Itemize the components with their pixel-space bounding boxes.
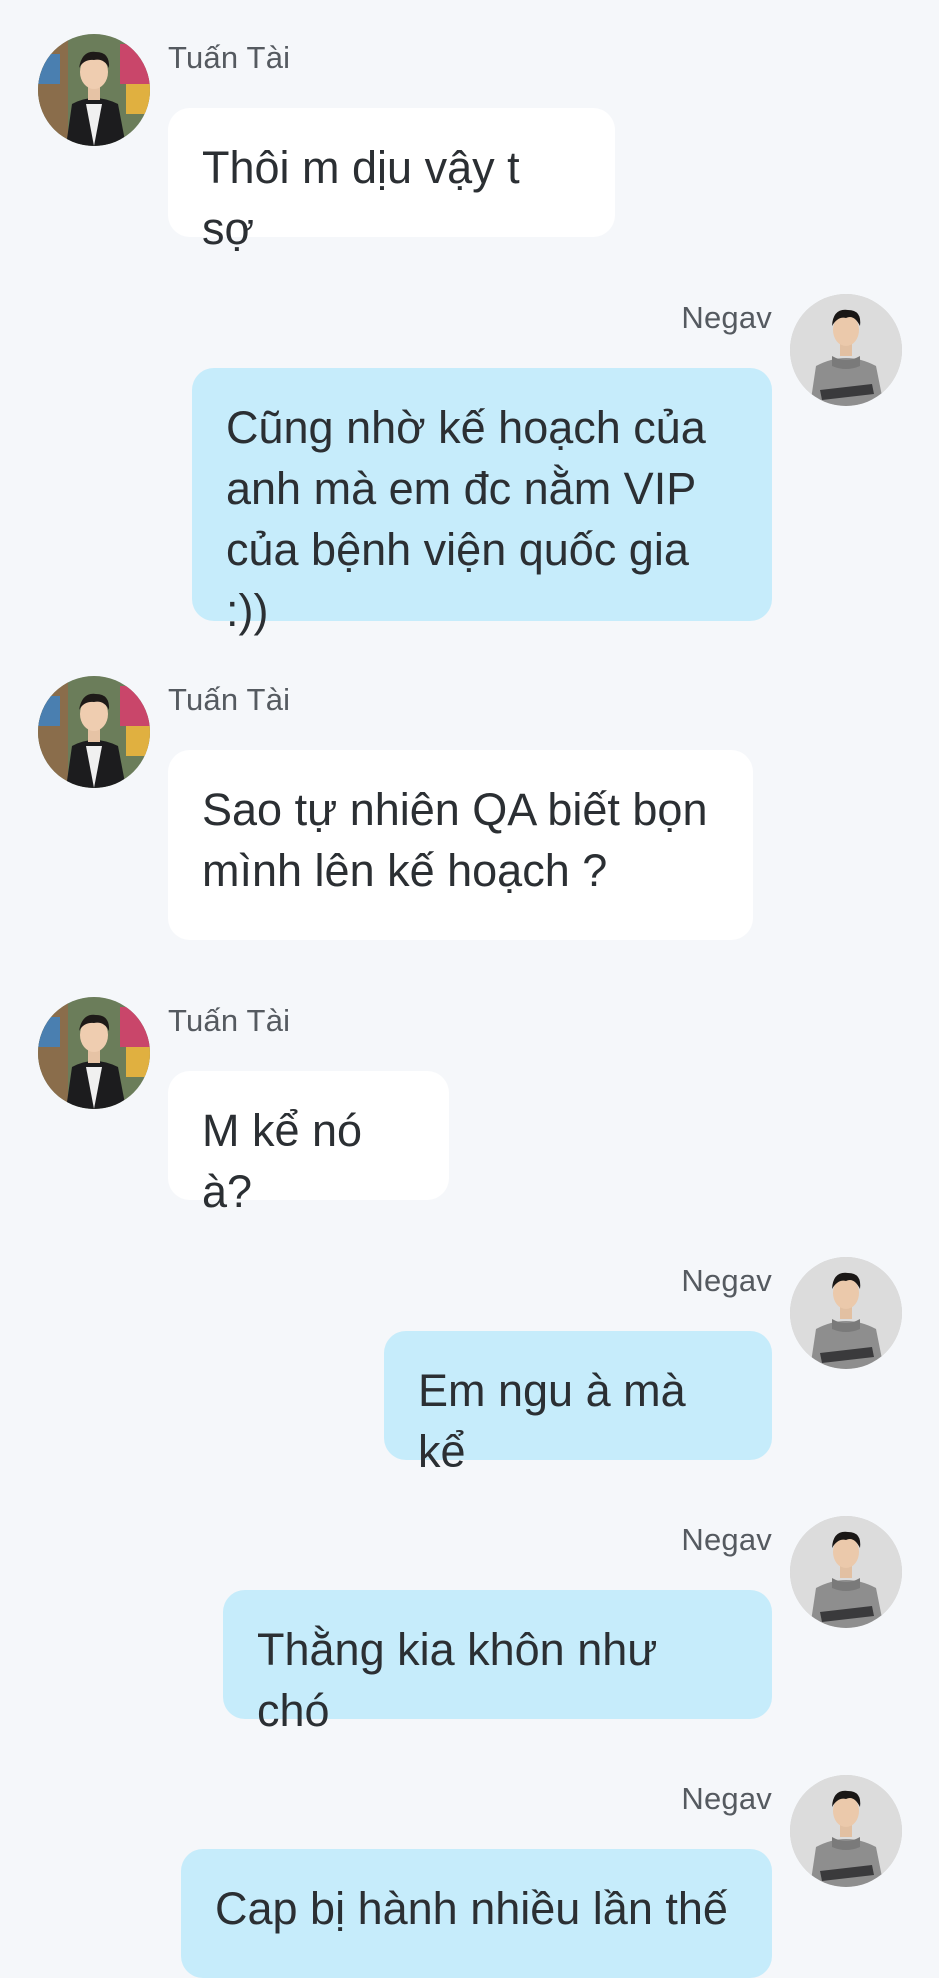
message-bubble[interactable]: Thôi m dịu vậy t sợ — [168, 108, 615, 254]
sender-name: Negav — [681, 1263, 772, 1298]
sender-name: Tuấn Tài — [168, 40, 291, 75]
sender-name: Tuấn Tài — [168, 1003, 291, 1038]
avatar-negav-image — [790, 1257, 902, 1369]
avatar-negav-image — [790, 1516, 902, 1628]
sender-name: Negav — [681, 1781, 772, 1816]
sender-name: Negav — [681, 1522, 772, 1557]
avatar-negav-image — [790, 294, 902, 406]
message-bubble[interactable]: Cũng nhờ kế hoạch của anh mà em đc nằm V… — [192, 368, 772, 636]
sender-name: Tuấn Tài — [168, 682, 291, 717]
avatar-tuan-tai-icon[interactable] — [38, 676, 150, 788]
avatar-tuan-tai-image — [38, 997, 150, 1109]
avatar-tuan-tai-image — [38, 34, 150, 146]
message-bubble[interactable]: M kể nó à? — [168, 1071, 449, 1217]
message-bubble[interactable]: Cap bị hành nhiều lần thế — [181, 1849, 772, 1978]
chat-thread: Tuấn Tài Thôi m dịu vậy t sợ Negav Cũng … — [0, 0, 939, 1978]
avatar-tuan-tai-icon[interactable] — [38, 34, 150, 146]
avatar-negav-icon[interactable] — [790, 1257, 902, 1369]
avatar-tuan-tai-icon[interactable] — [38, 997, 150, 1109]
message-bubble[interactable]: Sao tự nhiên QA biết bọn mình lên kế hoạ… — [168, 750, 753, 940]
message-bubble[interactable]: Em ngu à mà kể — [384, 1331, 772, 1477]
avatar-negav-icon[interactable] — [790, 1775, 902, 1887]
sender-name: Negav — [681, 300, 772, 335]
avatar-tuan-tai-image — [38, 676, 150, 788]
avatar-negav-image — [790, 1775, 902, 1887]
avatar-negav-icon[interactable] — [790, 294, 902, 406]
message-bubble[interactable]: Thằng kia khôn như chó — [223, 1590, 772, 1736]
avatar-negav-icon[interactable] — [790, 1516, 902, 1628]
